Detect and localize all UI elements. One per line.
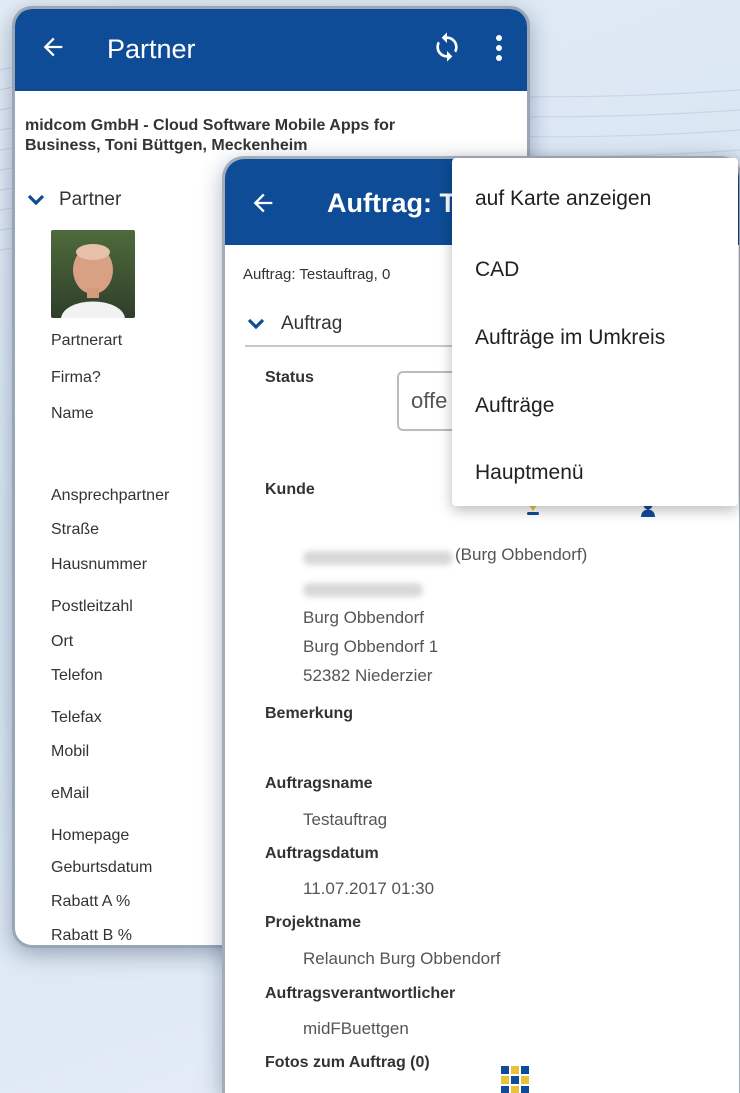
status-value: offe [411, 388, 448, 413]
field-label: Ansprechpartner [51, 487, 170, 504]
partner-app-bar: Partner [15, 9, 527, 91]
menu-item-cad[interactable]: CAD [475, 258, 519, 282]
blurred-contact-name [303, 551, 453, 565]
field-label: Geburtsdatum [51, 859, 153, 876]
status-label: Status [265, 369, 314, 386]
auftrag-section-header[interactable]: Auftrag [247, 313, 342, 335]
field-label: Telefax [51, 709, 102, 726]
photo-grid-icon[interactable] [500, 1065, 530, 1093]
field-label: Firma? [51, 369, 101, 386]
field-label: Mobil [51, 743, 90, 760]
verantwortlich-label: Auftragsverantwortlicher [265, 985, 456, 1002]
blurred-contact-name [303, 583, 423, 597]
kunde-suffix: (Burg Obbendorf) [455, 545, 588, 564]
field-label: Rabatt A % [51, 893, 131, 910]
page-title: Auftrag: T [327, 188, 456, 218]
auftragsname-value: Testauftrag [303, 810, 388, 829]
section-label: Partner [59, 189, 122, 210]
address-line: Burg Obbendorf [303, 608, 424, 627]
verantwortlich-value: midFBuettgen [303, 1019, 409, 1038]
refresh-icon[interactable] [431, 31, 463, 63]
field-label: Ort [51, 633, 74, 650]
menu-item-main-menu[interactable]: Hauptmenü [475, 461, 584, 485]
fotos-label: Fotos zum Auftrag (0) [265, 1054, 430, 1071]
field-label: Partnerart [51, 332, 123, 349]
page-title: Partner [107, 34, 196, 64]
section-label: Auftrag [281, 313, 343, 334]
auftrag-subtitle: Auftrag: Testauftrag, 0 [243, 266, 391, 283]
chevron-down-icon [247, 318, 265, 330]
menu-item-show-on-map[interactable]: auf Karte anzeigen [475, 187, 651, 211]
address-line: 52382 Niederzier [303, 666, 433, 685]
bemerkung-label: Bemerkung [265, 705, 354, 722]
kunde-label: Kunde [265, 481, 315, 498]
field-label: Straße [51, 521, 100, 538]
field-label: Homepage [51, 827, 130, 844]
projektname-value: Relaunch Burg Obbendorf [303, 949, 501, 968]
auftragsdatum-label: Auftragsdatum [265, 845, 379, 862]
partner-subtitle: midcom GmbH - Cloud Software Mobile Apps… [25, 117, 396, 154]
back-arrow-icon[interactable] [249, 189, 277, 217]
projektname-label: Projektname [265, 914, 362, 931]
chevron-down-icon [27, 194, 45, 206]
field-label: Name [51, 405, 94, 422]
field-label: Hausnummer [51, 556, 148, 573]
menu-item-orders[interactable]: Aufträge [475, 394, 554, 418]
menu-item-orders-nearby[interactable]: Aufträge im Umkreis [475, 326, 665, 350]
auftragsdatum-value: 11.07.2017 01:30 [303, 879, 435, 898]
back-arrow-icon[interactable] [39, 33, 67, 61]
field-label: Rabatt B % [51, 927, 132, 944]
field-label: eMail [51, 785, 90, 802]
more-vert-icon[interactable] [495, 33, 503, 63]
field-label: Postleitzahl [51, 598, 133, 615]
auftragsname-label: Auftragsname [265, 775, 373, 792]
avatar [51, 230, 135, 318]
address-line: Burg Obbendorf 1 [303, 637, 439, 656]
field-label: Telefon [51, 667, 103, 684]
partner-section-header[interactable]: Partner [27, 189, 121, 211]
overflow-menu: auf Karte anzeigen CAD Aufträge im Umkre… [452, 158, 738, 506]
